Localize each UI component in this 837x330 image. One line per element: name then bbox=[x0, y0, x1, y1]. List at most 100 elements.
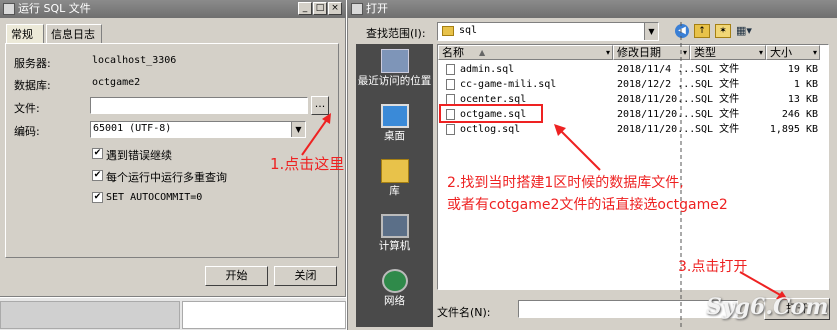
encoding-label: 编码: bbox=[14, 125, 40, 138]
minimize-icon[interactable]: _ bbox=[298, 2, 312, 15]
file-label: 文件: bbox=[14, 102, 40, 115]
sort-up-icon: ▲ bbox=[479, 48, 486, 57]
general-panel bbox=[5, 43, 339, 258]
file-list[interactable]: 名称 ▲ ▾ 修改日期 ▾ 类型 ▾ 大小 ▾ admin.sql 2018/1… bbox=[437, 44, 829, 290]
file-date: 2018/12/2 ... bbox=[617, 79, 696, 90]
file-size: 1 KB bbox=[793, 79, 818, 90]
view-menu-icon[interactable]: ▦▾ bbox=[736, 24, 756, 38]
encoding-value: 65001 (UTF-8) bbox=[93, 123, 172, 134]
run-sql-titlebar: 运行 SQL 文件 _ □ × bbox=[0, 0, 346, 18]
maximize-icon[interactable]: □ bbox=[313, 2, 327, 15]
file-name: cc-game-mili.sql bbox=[460, 79, 557, 90]
chevron-down-icon[interactable]: ▾ bbox=[683, 46, 687, 60]
background-strip bbox=[0, 298, 346, 330]
server-label: 服务器: bbox=[14, 57, 51, 70]
chevron-down-icon[interactable]: ▾ bbox=[813, 46, 817, 60]
sql-file-icon bbox=[446, 124, 455, 135]
column-date-label: 修改日期 bbox=[617, 46, 661, 59]
step1-annotation: 1.点击这里 bbox=[270, 155, 345, 173]
chevron-down-icon[interactable]: ▾ bbox=[606, 46, 610, 60]
encoding-select[interactable]: 65001 (UTF-8) ▼ bbox=[90, 121, 306, 138]
background-panel bbox=[182, 301, 346, 329]
background-panel bbox=[0, 301, 180, 329]
file-type: SQL 文件 bbox=[695, 79, 740, 90]
column-date[interactable]: 修改日期 ▾ bbox=[613, 45, 690, 60]
open-file-dialog: 打开 查找范围(I): sql ▼ ◀ ↑ ✶ ▦▾ 最近访问的位置 桌面 库 … bbox=[347, 0, 837, 330]
column-size[interactable]: 大小 ▾ bbox=[766, 45, 820, 60]
filename-label: 文件名(N): bbox=[437, 306, 491, 319]
place-desktop-label: 桌面 bbox=[384, 130, 405, 142]
close-button[interactable]: 关闭 bbox=[274, 266, 337, 286]
filename-input[interactable] bbox=[518, 300, 738, 318]
file-date: 2018/11/20... bbox=[617, 124, 696, 135]
file-date: 2018/11/4 ... bbox=[617, 64, 696, 75]
place-computer-label: 计算机 bbox=[378, 240, 411, 252]
file-date: 2018/11/20... bbox=[617, 94, 696, 105]
column-type[interactable]: 类型 ▾ bbox=[690, 45, 766, 60]
file-size: 246 KB bbox=[781, 109, 818, 120]
lookin-value: sql bbox=[459, 25, 478, 36]
column-name[interactable]: 名称 ▲ ▾ bbox=[438, 45, 613, 60]
multi-query-checkbox[interactable]: ✔ bbox=[92, 170, 103, 181]
file-type: SQL 文件 bbox=[695, 94, 740, 105]
browse-button[interactable]: ... bbox=[311, 96, 329, 115]
file-type: SQL 文件 bbox=[695, 109, 740, 120]
file-name: admin.sql bbox=[460, 64, 515, 75]
column-type-label: 类型 bbox=[694, 46, 716, 59]
tab-general[interactable]: 常规 bbox=[6, 24, 44, 44]
lookin-select[interactable]: sql ▼ bbox=[437, 22, 659, 41]
file-row[interactable]: octgame.sql 2018/11/20... SQL 文件 246 KB bbox=[438, 107, 830, 122]
app-icon bbox=[351, 3, 363, 15]
place-computer[interactable]: 计算机 bbox=[356, 214, 433, 253]
file-name: octgame.sql bbox=[460, 109, 527, 120]
file-type: SQL 文件 bbox=[695, 124, 740, 135]
new-folder-icon[interactable]: ✶ bbox=[715, 24, 731, 38]
run-sql-title: 运行 SQL 文件 bbox=[18, 2, 91, 15]
chevron-down-icon[interactable]: ▾ bbox=[759, 46, 763, 60]
up-folder-icon[interactable]: ↑ bbox=[694, 24, 710, 38]
place-recent[interactable]: 最近访问的位置 bbox=[356, 49, 433, 88]
file-size: 1,895 KB bbox=[769, 124, 818, 135]
back-icon[interactable]: ◀ bbox=[675, 24, 689, 38]
run-sql-dialog: 运行 SQL 文件 _ □ × 常规 信息日志 服务器: localhost_3… bbox=[0, 0, 346, 297]
place-network[interactable]: 网络 bbox=[356, 269, 433, 308]
column-size-label: 大小 bbox=[770, 46, 792, 59]
step3-annotation: 3.点击打开 bbox=[678, 259, 748, 275]
file-row[interactable]: octlog.sql 2018/11/20... SQL 文件 1,895 KB bbox=[438, 122, 830, 137]
column-name-label: 名称 bbox=[442, 46, 464, 59]
place-libraries-label: 库 bbox=[389, 185, 400, 197]
tab-log[interactable]: 信息日志 bbox=[46, 24, 102, 44]
server-value: localhost_3306 bbox=[92, 55, 177, 66]
autocommit-checkbox[interactable]: ✔ bbox=[92, 192, 103, 203]
place-recent-label: 最近访问的位置 bbox=[357, 75, 432, 87]
libraries-icon bbox=[380, 159, 409, 183]
chevron-down-icon[interactable]: ▼ bbox=[644, 23, 658, 40]
continue-on-error-checkbox[interactable]: ✔ bbox=[92, 148, 103, 159]
file-row[interactable]: ocenter.sql 2018/11/20... SQL 文件 13 KB bbox=[438, 92, 830, 107]
computer-icon bbox=[380, 214, 409, 238]
folder-icon bbox=[442, 26, 454, 36]
network-icon bbox=[381, 269, 408, 293]
sql-file-icon bbox=[446, 79, 455, 90]
desktop-icon bbox=[380, 104, 409, 128]
start-button[interactable]: 开始 bbox=[205, 266, 268, 286]
file-path-input[interactable] bbox=[90, 97, 308, 114]
file-type: SQL 文件 bbox=[695, 64, 740, 75]
place-libraries[interactable]: 库 bbox=[356, 159, 433, 198]
database-label: 数据库: bbox=[14, 79, 51, 92]
step2-annotation-line1: 2.找到当时搭建1区时候的数据库文件, bbox=[447, 175, 684, 191]
chevron-down-icon[interactable]: ▼ bbox=[291, 122, 305, 137]
file-name: ocenter.sql bbox=[460, 94, 527, 105]
file-date: 2018/11/20... bbox=[617, 109, 696, 120]
place-network-label: 网络 bbox=[384, 295, 405, 307]
file-row[interactable]: admin.sql 2018/11/4 ... SQL 文件 19 KB bbox=[438, 62, 830, 77]
file-row[interactable]: cc-game-mili.sql 2018/12/2 ... SQL 文件 1 … bbox=[438, 77, 830, 92]
continue-on-error-label: 遇到错误继续 bbox=[106, 149, 172, 162]
place-desktop[interactable]: 桌面 bbox=[356, 104, 433, 143]
close-icon[interactable]: × bbox=[328, 2, 342, 15]
sql-file-icon bbox=[446, 64, 455, 75]
watermark: Syg6.Com bbox=[706, 294, 829, 320]
lookin-label: 查找范围(I): bbox=[366, 27, 426, 40]
step2-annotation-line2: 或者有cotgame2文件的话直接选octgame2 bbox=[447, 197, 728, 213]
file-size: 19 KB bbox=[787, 64, 818, 75]
